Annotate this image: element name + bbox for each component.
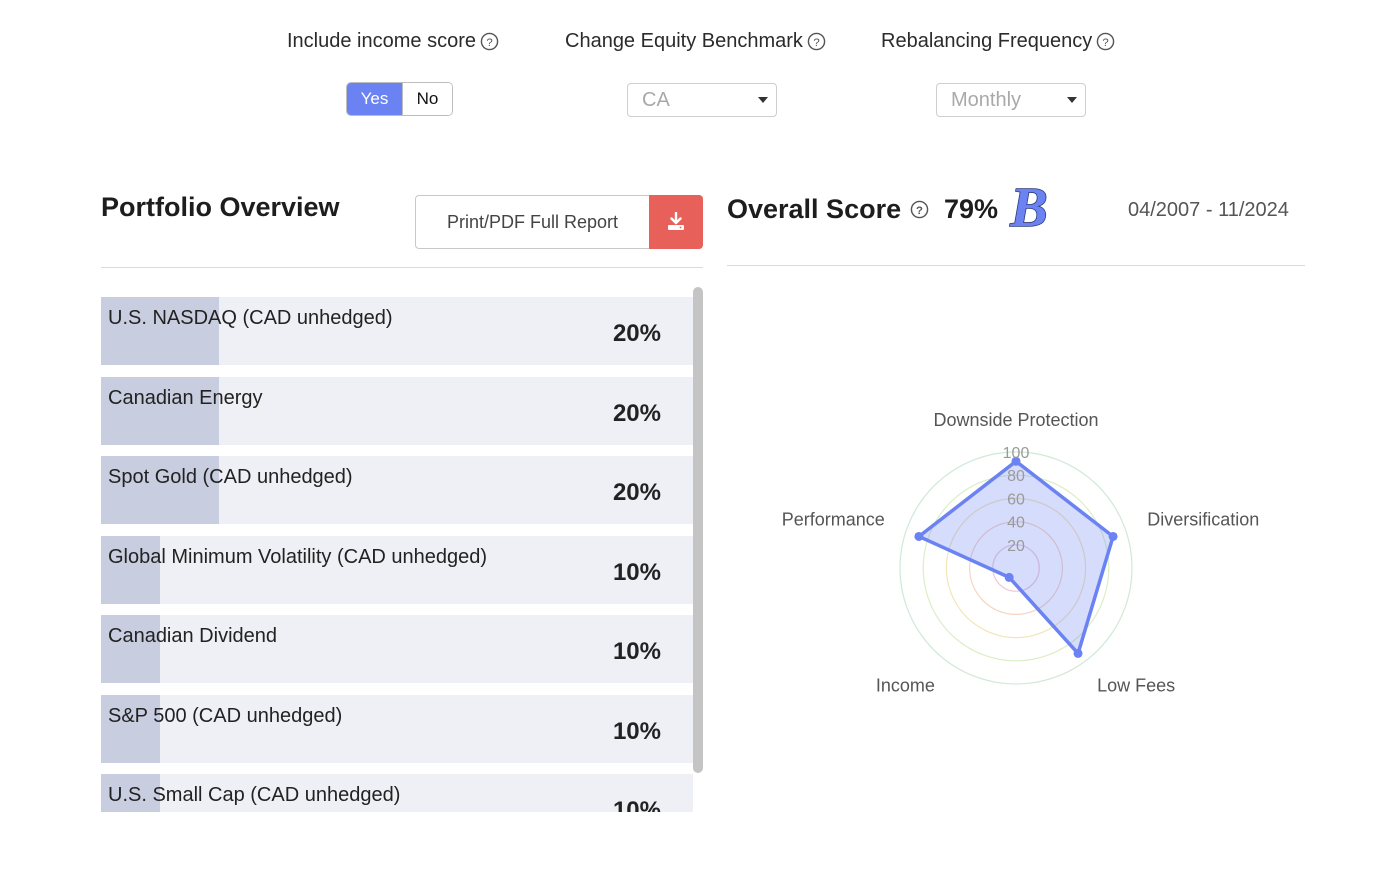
holding-percent: 10% (612, 797, 661, 812)
chevron-down-icon (758, 97, 768, 103)
portfolio-divider (101, 267, 703, 268)
holding-row[interactable]: Global Minimum Volatility (CAD unhedged)… (101, 535, 693, 604)
score-divider (727, 265, 1305, 266)
holding-percent: 10% (612, 717, 661, 745)
overall-score-title-wrap: Overall Score ? (727, 194, 929, 225)
radar-tick-label: 60 (1007, 491, 1025, 508)
radar-series-area (917, 459, 1115, 656)
radar-tick-label: 40 (1007, 515, 1025, 532)
radar-tick-label: 20 (1007, 538, 1025, 555)
radar-axis-label: Income (876, 676, 935, 696)
help-icon[interactable]: ? (480, 32, 499, 51)
holding-row[interactable]: Canadian Energy 20% (101, 376, 693, 445)
svg-text:?: ? (486, 37, 492, 49)
benchmark-label-text: Change Equity Benchmark (565, 30, 803, 52)
radar-point[interactable] (1108, 531, 1118, 541)
radar-point[interactable] (1073, 648, 1083, 658)
benchmark-label: Change Equity Benchmark ? (565, 30, 826, 53)
portfolio-overview-title: Portfolio Overview (101, 192, 340, 222)
holding-percent: 20% (612, 399, 661, 427)
help-icon[interactable]: ? (807, 32, 826, 51)
holdings-scrollbar[interactable] (693, 287, 703, 773)
overall-score-title: Overall Score (727, 194, 902, 224)
holding-name: U.S. Small Cap (CAD unhedged) (108, 784, 401, 806)
svg-text:?: ? (813, 37, 819, 49)
holding-row[interactable]: U.S. NASDAQ (CAD unhedged) 20% (101, 297, 693, 365)
holding-name: Canadian Energy (108, 386, 263, 409)
benchmark-select-value: CA (642, 88, 670, 111)
radar-axis-label: Diversification (1147, 509, 1259, 529)
rebalancing-select[interactable]: Monthly (936, 83, 1086, 117)
radar-point[interactable] (1004, 572, 1014, 582)
radar-tick-label: 100 (1003, 445, 1030, 462)
holding-percent: 10% (612, 638, 661, 665)
score-radar-chart: 20 40 60 80 100 Downside Protection Diversific… (782, 410, 1260, 696)
radar-axis-label: Performance (782, 509, 885, 529)
holding-percent: 10% (612, 558, 661, 586)
radar-tick-label: 80 (1007, 468, 1025, 485)
holding-row[interactable]: U.S. Small Cap (CAD unhedged) 10% (101, 774, 693, 812)
svg-text:?: ? (916, 205, 923, 217)
help-icon[interactable]: ? (910, 200, 929, 219)
holdings-list[interactable]: U.S. NASDAQ (CAD unhedged) 20% Canadian En… (101, 297, 693, 812)
benchmark-select[interactable]: CA (627, 83, 777, 117)
holding-percent: 20% (612, 320, 661, 347)
income-score-label-text: Include income score (287, 30, 476, 52)
holding-name: Spot Gold (CAD unhedged) (108, 466, 353, 488)
help-icon[interactable]: ? (1096, 32, 1115, 51)
print-report-label: Print/PDF Full Report (446, 211, 619, 232)
rebalancing-select-value: Monthly (951, 88, 1022, 111)
download-icon (668, 212, 684, 230)
grade-badge: B (1009, 178, 1049, 234)
rebalancing-label: Rebalancing Frequency ? (881, 30, 1115, 53)
download-button[interactable] (649, 195, 703, 249)
radar-axis-label: Low Fees (1097, 676, 1175, 696)
income-score-toggle: Yes No (346, 82, 453, 116)
holding-percent: 20% (612, 479, 661, 506)
rebalancing-label-text: Rebalancing Frequency (881, 30, 1093, 52)
grade-letter: B (1009, 178, 1047, 234)
radar-point[interactable] (914, 531, 924, 541)
holding-row[interactable]: Canadian Dividend 10% (101, 615, 693, 683)
yes-toggle-button[interactable]: Yes (347, 83, 402, 115)
holding-name: S&P 500 (CAD unhedged) (108, 704, 343, 727)
holding-name: Canadian Dividend (108, 625, 278, 647)
date-range: 04/2007 - 11/2024 (1128, 199, 1289, 221)
overall-score-percent: 79% (944, 194, 999, 224)
svg-text:?: ? (1103, 37, 1109, 49)
holding-name: Global Minimum Volatility (CAD unhedged) (108, 545, 488, 568)
holding-name: U.S. NASDAQ (CAD unhedged) (108, 307, 393, 329)
chevron-down-icon (1067, 97, 1077, 103)
radar-axis-label: Downside Protection (933, 410, 1098, 430)
income-score-label: Include income score ? (287, 30, 499, 53)
holding-row[interactable]: Spot Gold (CAD unhedged) 20% (101, 456, 693, 524)
print-report-button[interactable]: Print/PDF Full Report (415, 195, 650, 249)
no-toggle-button[interactable]: No (402, 83, 452, 115)
holding-row[interactable]: S&P 500 (CAD unhedged) 10% (101, 694, 693, 763)
